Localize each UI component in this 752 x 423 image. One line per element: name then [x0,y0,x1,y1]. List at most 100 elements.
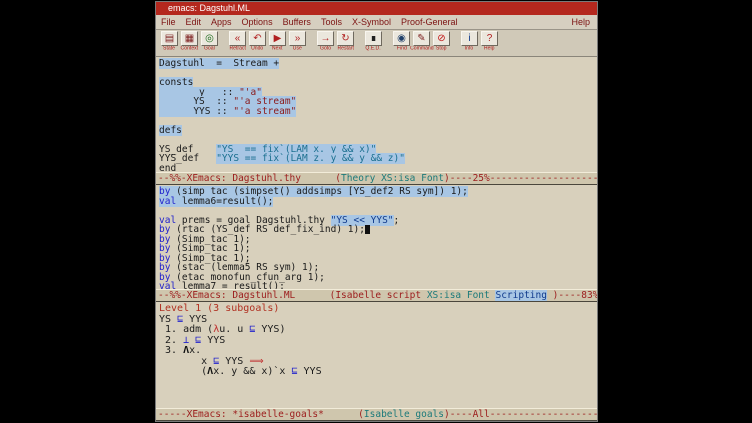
restart-button[interactable]: ↻Restart [336,31,355,53]
toolbar-button-label: Goto [320,46,331,52]
menu-items: FileEditAppsOptionsBuffersToolsX-SymbolP… [156,17,463,27]
qed-button[interactable]: ∎Q.E.D. [364,31,383,53]
text-segment: u. u [219,324,249,335]
stop-button[interactable]: ⊘Stop [432,31,451,53]
toolbar-button-label: Next [272,46,282,52]
goto-button[interactable]: →Goto [316,31,335,53]
text-segment: --%%-XEmacs: Dagstuhl.ML ( [158,290,335,301]
use-icon: » [289,31,306,46]
info-button[interactable]: iInfo [460,31,479,53]
buffer-dagstuhl-thy[interactable]: Dagstuhl = Stream + consts y :: "'a" YS … [156,57,597,172]
text-segment: YYS :: [159,106,233,117]
state-icon: ▤ [161,31,178,46]
text-segment: Isabelle script [335,290,427,301]
text-segment: Dagstuhl = Stream + [159,58,279,69]
theory-line [159,116,597,126]
menu-item-tools[interactable]: Tools [316,17,347,27]
text-segment: end [159,163,176,173]
undo-button[interactable]: ↶Undo [248,31,267,53]
menu-item-help[interactable]: Help [564,17,597,27]
theory-line: end [159,164,597,173]
toolbar-group: →Goto↻Restart [316,31,356,53]
command-icon: ✎ [413,31,430,46]
stop-icon: ⊘ [433,31,450,46]
text-segment: ; [394,215,400,226]
info-icon: i [461,31,478,46]
text-segment: "YYS == fix`(LAM z. y && y && z)" [216,153,405,164]
goal-icon: ◎ [201,31,218,46]
text-segment: XS:isa Font [427,290,496,301]
toolbar-group: iInfo?Help [460,31,500,53]
text-segment: -----XEmacs: *isabelle-goals* ( [158,409,364,420]
toolbar-button-label: State [164,46,176,52]
goal-button[interactable]: ◎Goal [200,31,219,53]
menu-item-proof-general[interactable]: Proof-General [396,17,463,27]
toolbar-button-label: Stop [436,46,446,52]
state-button[interactable]: ▤State [160,31,179,53]
retract-button[interactable]: «Retract [228,31,247,53]
find-button[interactable]: ◉Find [392,31,411,53]
menu-bar: FileEditAppsOptionsBuffersToolsX-SymbolP… [156,15,597,30]
text-segment: x. [189,345,201,356]
toolbar-button-label: Context [181,46,199,52]
text-segment: )----83%--------------------------------… [547,290,597,301]
text-segment: val [159,281,176,289]
text-segment: lemma7 = result(); [176,281,285,289]
menu-item-file[interactable]: File [156,17,181,27]
emacs-window: emacs: Dagstuhl.ML FileEditAppsOptionsBu… [155,1,598,422]
goals-line: (Λx. y && x)`x ⊑ YYS [159,367,597,378]
menu-item-x-symbol[interactable]: X-Symbol [347,17,396,27]
buffer-isabelle-goals[interactable]: Level 1 (3 subgoals)YS ⊑ YYS 1. adm (λu.… [156,302,597,408]
text-segment [365,225,370,234]
modeline-text: -----XEmacs: *isabelle-goals* (Isabelle … [158,409,597,420]
text-segment: YYS [183,314,207,325]
help-icon: ? [481,31,498,46]
text-segment: 2. [159,335,183,346]
script-line: val lemma6=result(); [159,197,597,207]
goals-line: 2. ⊥ ⊑ YYS [159,336,597,347]
theory-line: YYS_def "YYS == fix`(LAM z. y && y && z)… [159,154,597,164]
goals-line: Level 1 (3 subgoals) [159,304,597,315]
buffer-dagstuhl-ml[interactable]: by (simp_tac (simpset() addsimps [YS_def… [156,185,597,289]
text-segment: 1. adm ( [159,324,213,335]
text-segment: 3. [159,345,183,356]
help-button[interactable]: ?Help [480,31,499,53]
text-segment: )----25%--------------------------------… [444,173,597,184]
toolbar-button-label: Info [465,46,474,52]
toolbar-group: ▤State▦Context◎Goal [160,31,220,53]
toolbar-button-label: Undo [251,46,263,52]
modeline-dagstuhl-thy[interactable]: --%%-XEmacs: Dagstuhl.thy (Theory XS:isa… [156,172,597,185]
modeline-text: --%%-XEmacs: Dagstuhl.thy (Theory XS:isa… [158,173,597,184]
text-segment: ( [159,366,207,377]
find-icon: ◉ [393,31,410,46]
menu-item-apps[interactable]: Apps [206,17,237,27]
modeline-dagstuhl-ml[interactable]: --%%-XEmacs: Dagstuhl.ML (Isabelle scrip… [156,289,597,302]
undo-icon: ↶ [249,31,266,46]
goto-icon: → [317,31,334,46]
command-button[interactable]: ✎Command [412,31,431,53]
menu-item-options[interactable]: Options [237,17,278,27]
toolbar-button-label: Q.E.D. [366,46,381,52]
context-button[interactable]: ▦Context [180,31,199,53]
text-segment: YS [159,314,177,325]
modeline-isabelle-goals[interactable]: -----XEmacs: *isabelle-goals* (Isabelle … [156,408,597,421]
toolbar-button-label: Help [484,46,494,52]
toolbar-button-label: Command [410,46,434,52]
menu-item-buffers[interactable]: Buffers [278,17,316,27]
next-button[interactable]: ▶Next [268,31,287,53]
text-segment: Isabelle goals [364,409,444,420]
text-segment: ⟹ [249,356,263,367]
toolbar-button-label: Find [397,46,407,52]
text-segment: --%%-XEmacs: Dagstuhl.thy ( [158,173,341,184]
restart-icon: ↻ [337,31,354,46]
modeline-text: --%%-XEmacs: Dagstuhl.ML (Isabelle scrip… [158,290,597,301]
use-button[interactable]: »Use [288,31,307,53]
window-titlebar[interactable]: emacs: Dagstuhl.ML [156,2,597,15]
text-segment: YYS [298,366,322,377]
text-segment: Theory XS:isa Font [341,173,444,184]
theory-line [159,69,597,79]
window-title: emacs: Dagstuhl.ML [168,2,250,15]
text-segment: lemma6=result(); [176,196,273,207]
toolbar: ▤State▦Context◎Goal«Retract↶Undo▶Next»Us… [156,30,597,57]
menu-item-edit[interactable]: Edit [181,17,207,27]
